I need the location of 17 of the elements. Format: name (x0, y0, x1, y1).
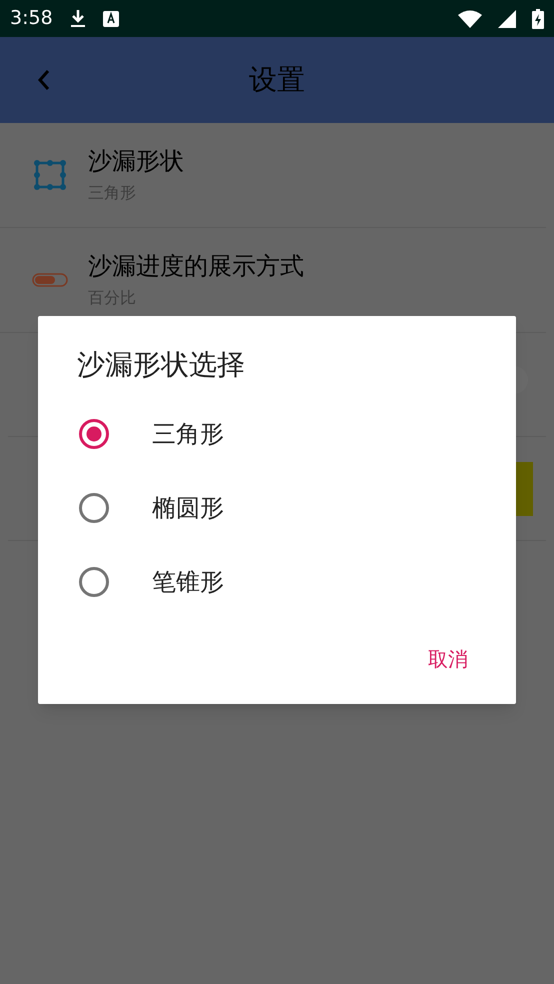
page-title: 设置 (249, 62, 305, 98)
progress-bar-icon (32, 273, 68, 287)
setting-title: 沙漏进度的展示方式 (88, 251, 304, 282)
radio-option[interactable]: 椭圆形 (38, 471, 516, 545)
dialog-title: 沙漏形状选择 (77, 347, 246, 383)
back-icon (37, 69, 51, 91)
cancel-button[interactable]: 取消 (416, 634, 480, 684)
wifi-icon (458, 10, 482, 28)
radio-option[interactable]: 笔锥形 (38, 545, 516, 619)
signal-icon (498, 10, 516, 28)
radio-option[interactable]: 三角形 (38, 397, 516, 471)
setting-title: 沙漏形状 (88, 146, 184, 177)
battery-icon (532, 8, 544, 28)
status-time: 3:58 (10, 6, 53, 32)
download-icon (68, 8, 87, 28)
keyboard-icon (102, 10, 119, 26)
selection-square-icon (34, 159, 66, 191)
